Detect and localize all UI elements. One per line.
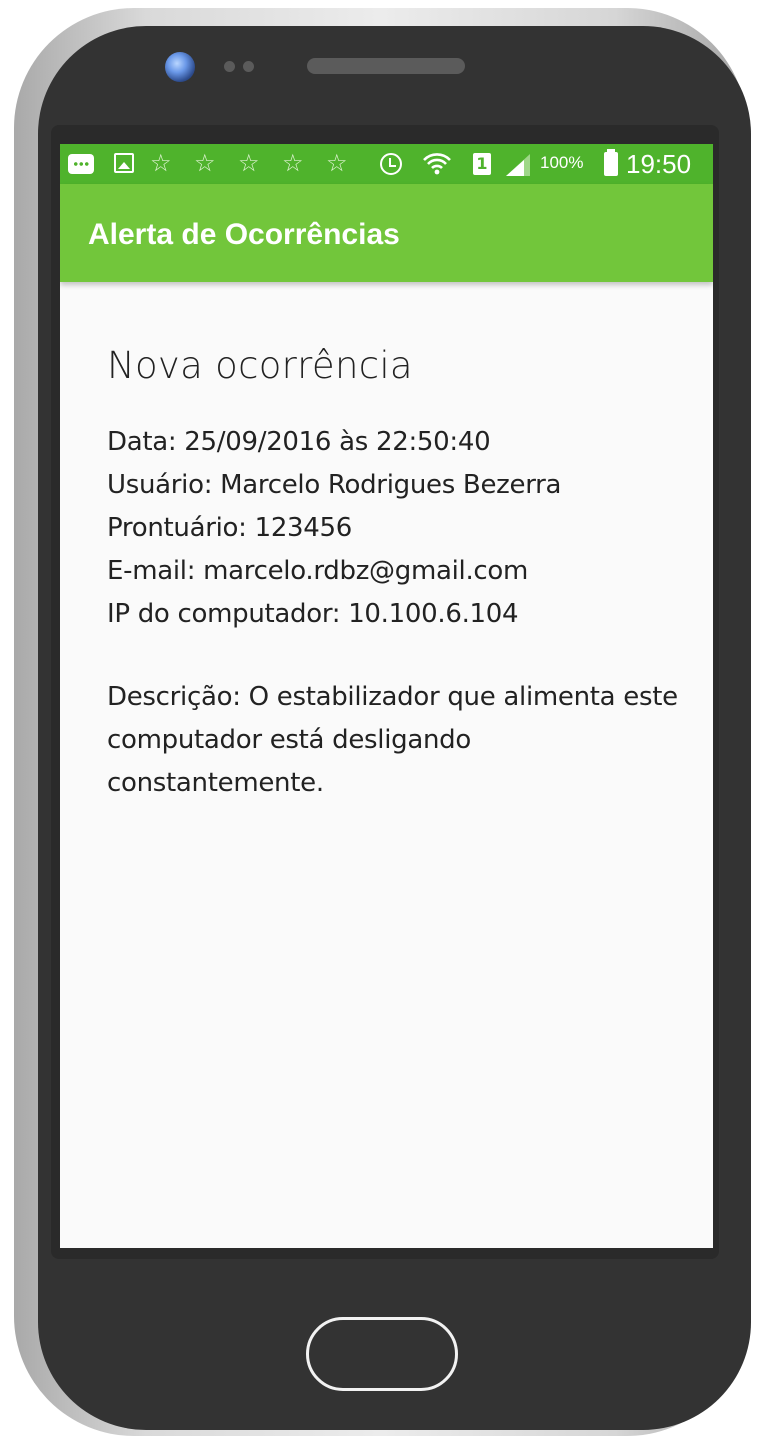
home-button[interactable]: [306, 1317, 458, 1391]
image-icon: [114, 153, 134, 173]
wifi-icon: [422, 151, 452, 177]
app-bar: Alerta de Ocorrências: [60, 184, 713, 282]
alert-email: E-mail: marcelo.rdbz@gmail.com: [107, 556, 529, 586]
phone-screen: ☆ ☆ ☆ ☆ ☆ 1 100% 19:50 Alerta de Ocorrên…: [60, 144, 713, 1248]
star-icon: ☆: [150, 149, 172, 177]
alert-record: Prontuário: 123456: [107, 513, 353, 543]
proximity-sensor: [224, 61, 235, 72]
status-bar: ☆ ☆ ☆ ☆ ☆ 1 100% 19:50: [60, 144, 713, 184]
alert-description: Descrição: O estabilizador que alimenta …: [107, 682, 678, 798]
battery-percent: 100%: [540, 153, 584, 172]
alert-ip: IP do computador: 10.100.6.104: [107, 599, 519, 629]
star-icon: ☆: [194, 149, 216, 177]
star-icon: ☆: [282, 149, 304, 177]
signal-icon: [504, 152, 532, 178]
earpiece-speaker: [307, 58, 465, 74]
app-title: Alerta de Ocorrências: [88, 218, 400, 251]
alert-user: Usuário: Marcelo Rodrigues Bezerra: [107, 470, 562, 500]
alert-date: Data: 25/09/2016 às 22:50:40: [107, 427, 491, 457]
alarm-icon: [380, 153, 402, 175]
alert-heading: Nova ocorrência: [107, 344, 413, 387]
star-icon: ☆: [326, 149, 348, 177]
light-sensor: [243, 61, 254, 72]
star-icon: ☆: [238, 149, 260, 177]
alert-content: Nova ocorrência Data: 25/09/2016 às 22:5…: [107, 344, 687, 805]
sim-icon: 1: [473, 153, 491, 175]
message-icon: [68, 154, 94, 174]
battery-icon: [604, 149, 618, 176]
front-camera: [165, 52, 195, 82]
status-time: 19:50: [626, 149, 692, 179]
